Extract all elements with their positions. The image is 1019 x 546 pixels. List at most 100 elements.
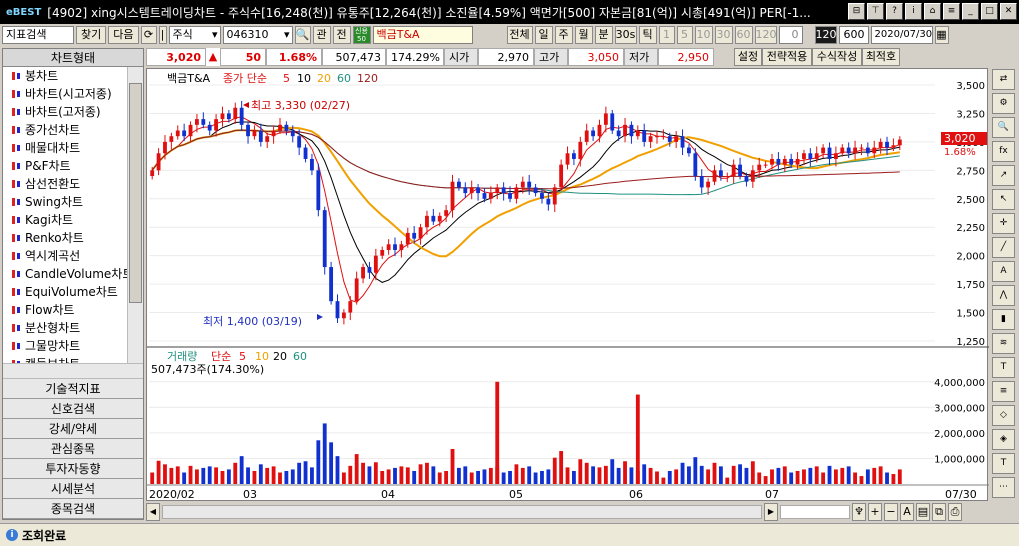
scroll-thumb[interactable] [129, 83, 142, 303]
chart-type-item[interactable]: P&F차트 [3, 157, 143, 175]
sidebar-scrollbar[interactable] [127, 67, 143, 363]
period-minute[interactable]: 분 [594, 26, 613, 44]
unlock-icon[interactable]: i [905, 3, 922, 20]
type-icon[interactable]: T [992, 453, 1015, 474]
sidebar-hscrollbar[interactable] [3, 363, 143, 379]
text-icon[interactable]: T [992, 357, 1015, 378]
fibonacci-icon[interactable]: ≋ [992, 333, 1015, 354]
minimize-icon[interactable]: _ [962, 3, 979, 20]
zoom-icon[interactable]: 🔍 [992, 117, 1015, 138]
help-icon[interactable]: ? [886, 3, 903, 20]
search-icon[interactable]: 🔍 [294, 26, 311, 44]
zigzag-icon[interactable]: ⋀ [992, 285, 1015, 306]
menu-market-analysis[interactable]: 시세분석 [3, 479, 143, 499]
menu-strong-weak[interactable]: 강세/약세 [3, 419, 143, 439]
zoom-in-icon[interactable]: + [868, 503, 882, 521]
interval-stepper[interactable]: 0 [778, 26, 803, 44]
date-input[interactable]: 2020/07/30 [870, 26, 933, 44]
chart-type-item[interactable]: 바차트(고저종) [3, 103, 143, 121]
close-icon[interactable]: ✕ [1000, 3, 1017, 20]
menu-watchlist[interactable]: 관심종목 [3, 439, 143, 459]
interval-60[interactable]: 60 [734, 26, 753, 44]
chart-type-item[interactable]: 캔들보차트 [3, 355, 143, 363]
chart-type-item[interactable]: Swing차트 [3, 193, 143, 211]
chart-type-item[interactable]: 매물대차트 [3, 139, 143, 157]
prev-button[interactable]: 전 [332, 26, 351, 44]
formula-button[interactable]: 수식작성 [812, 48, 862, 66]
interval-1[interactable]: 1 [658, 26, 675, 44]
chart-hscrollbar[interactable] [162, 505, 762, 519]
chart-type-item[interactable]: 분산형차트 [3, 319, 143, 337]
chart-type-item[interactable]: 봉차트 [3, 67, 143, 85]
price-volume-chart[interactable]: 백금T&A 종가 단순 5 10 20 60 120 3,500 3,250 3,0… [147, 69, 989, 502]
chart-type-item[interactable]: Flow차트 [3, 301, 143, 319]
maximize-icon[interactable]: □ [981, 3, 998, 20]
zoom-slider[interactable] [780, 505, 850, 519]
swap-icon[interactable]: ⇄ [992, 69, 1015, 90]
interval-30[interactable]: 30 [714, 26, 733, 44]
count-input[interactable]: 600 [838, 26, 869, 44]
all-button[interactable]: 전체 [506, 26, 533, 44]
copy-icon[interactable]: ⧉ [932, 503, 946, 521]
chart-area[interactable]: 백금T&A 종가 단순 5 10 20 60 120 3,500 3,250 3,0… [146, 68, 989, 502]
chart-type-item[interactable]: Kagi차트 [3, 211, 143, 229]
badge-icon[interactable]: 신용 50 [352, 26, 371, 44]
next-button[interactable]: 다음 [108, 26, 139, 44]
candle-tool-icon[interactable]: ▮ [992, 309, 1015, 330]
menu-technical-indicators[interactable]: 기술적지표 [3, 379, 143, 399]
eraser-icon[interactable]: ◇ [992, 405, 1015, 426]
extra-icon[interactable]: ⌂ [924, 3, 941, 20]
save-icon[interactable]: ▤ [916, 503, 930, 521]
calendar-icon[interactable]: ▦ [934, 26, 949, 44]
interval-5[interactable]: 5 [676, 26, 693, 44]
cursor-icon[interactable]: ↖ [992, 189, 1015, 210]
ruler-icon[interactable]: ≡ [992, 381, 1015, 402]
code-input[interactable]: 046310 ▾ [222, 26, 293, 44]
chart-type-item[interactable]: 바차트(시고저종) [3, 85, 143, 103]
list-icon[interactable]: ≡ [943, 3, 960, 20]
auto-icon[interactable]: A [900, 503, 914, 521]
related-button[interactable]: 관 [312, 26, 331, 44]
refresh-icon[interactable]: ⟳ [140, 26, 157, 44]
period-week[interactable]: 주 [554, 26, 573, 44]
menu-signal-search[interactable]: 신호검색 [3, 399, 143, 419]
period-day[interactable]: 일 [534, 26, 553, 44]
chart-type-item[interactable]: CandleVolume차트 [3, 265, 143, 283]
trend-icon[interactable]: ↗ [992, 165, 1015, 186]
period-month[interactable]: 월 [574, 26, 593, 44]
print-icon[interactable]: ⎙ [948, 503, 962, 521]
auto-line-icon[interactable]: A [992, 261, 1015, 282]
tool-icon[interactable]: ♆ [852, 503, 866, 521]
period-30s[interactable]: 30s [614, 26, 637, 44]
optimize-button[interactable]: 최적호 [862, 48, 900, 66]
line-icon[interactable]: ╱ [992, 237, 1015, 258]
chart-type-item[interactable]: 삼선전환도 [3, 175, 143, 193]
chart-type-item[interactable]: Renko차트 [3, 229, 143, 247]
chart-type-item[interactable]: 종가선차트 [3, 121, 143, 139]
settings-button[interactable]: 설정 [734, 48, 762, 66]
eraser-all-icon[interactable]: ◈ [992, 429, 1015, 450]
scroll-left-icon[interactable]: ◀ [146, 503, 160, 521]
more-icon[interactable]: ⋯ [992, 477, 1015, 498]
find-button[interactable]: 찾기 [76, 26, 107, 44]
pin-icon[interactable]: ⊤ [867, 3, 884, 20]
indicator-search-input[interactable]: 지표검색 [2, 26, 74, 44]
menu-investor-trend[interactable]: 투자자동향 [3, 459, 143, 479]
apply-strategy-button[interactable]: 전략적용 [762, 48, 812, 66]
scroll-right-icon[interactable]: ▶ [764, 503, 778, 521]
interval-120[interactable]: 120 [754, 26, 777, 44]
period-tick[interactable]: 틱 [638, 26, 657, 44]
chart-type-item[interactable]: 역시계곡선 [3, 247, 143, 265]
interval-10[interactable]: 10 [694, 26, 713, 44]
count-select[interactable]: 120 [814, 26, 837, 44]
menu-stock-search[interactable]: 종목검색 [3, 499, 143, 519]
chart-type-item[interactable]: EquiVolume차트 [3, 283, 143, 301]
settings-gear-icon[interactable]: ⚙ [992, 93, 1015, 114]
crosshair-icon[interactable]: ✛ [992, 213, 1015, 234]
chart-type-item[interactable]: 그물망차트 [3, 337, 143, 355]
formula-icon[interactable]: fx [992, 141, 1015, 162]
zoom-out-icon[interactable]: − [884, 503, 898, 521]
link-icon[interactable]: ⊟ [848, 3, 865, 20]
market-select[interactable]: 주식 ▾ [168, 26, 221, 44]
chart-type-list: 봉차트 바차트(시고저종) 바차트(고저종) 종가선차트 매물대차트 P&F차트… [3, 67, 143, 363]
